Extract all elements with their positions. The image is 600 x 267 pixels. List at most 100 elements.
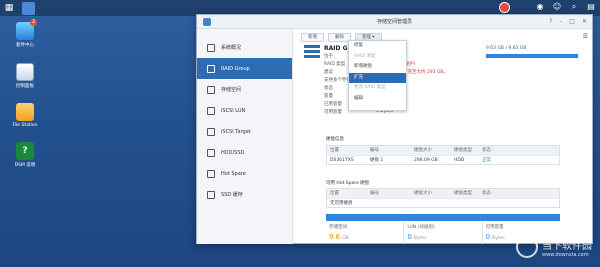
table-cell: 正常 xyxy=(482,158,491,163)
column-header: 硬盘大小 xyxy=(414,191,432,196)
stat-number: 9.6 xyxy=(329,233,341,241)
column-header: 硬盘类型 xyxy=(454,148,472,153)
disk-info-section-title: 硬盘信息 xyxy=(326,137,344,142)
sidebar-item-volume[interactable]: 存储空间 xyxy=(197,79,292,100)
window-title: 存储空间管理员 xyxy=(376,19,412,25)
raid-group-icon xyxy=(207,64,215,73)
package-center-icon: 2 xyxy=(16,19,37,40)
desktop-icon-label: File Station xyxy=(12,123,38,128)
help-icon[interactable]: ? xyxy=(549,15,552,29)
desktop-icon-label: 套件中心 xyxy=(16,43,34,48)
stat-label: LUN (块级别) xyxy=(407,225,435,230)
column-header: 状态 xyxy=(482,191,491,196)
stat-label: 存储空间 xyxy=(329,225,347,230)
hot-spare-icon xyxy=(207,169,215,178)
main-menu-icon[interactable]: ▦ xyxy=(3,2,15,14)
column-header: 位置 xyxy=(330,148,339,153)
table-header: 位置 编号 硬盘大小 硬盘类型 状态 xyxy=(327,146,559,155)
usage-bar xyxy=(326,214,560,221)
minimize-icon[interactable]: – xyxy=(559,15,562,29)
hot-spare-table: 位置 编号 硬盘大小 硬盘类型 状态 无可用硬盘 xyxy=(326,188,560,208)
watermark: 当下软件园 www.downxia.com xyxy=(516,236,592,258)
badge: 2 xyxy=(30,19,37,26)
control-panel-icon xyxy=(16,63,34,81)
desktop-icon-file-station[interactable]: File Station xyxy=(6,103,44,128)
menu-item-change-raid-type[interactable]: 更改 RAID 类型 xyxy=(349,83,406,94)
desktop-icon-control-panel[interactable]: 控制面板 xyxy=(6,63,44,89)
watermark-text: 当下软件园 www.downxia.com xyxy=(542,237,592,258)
lun-icon xyxy=(207,106,215,115)
sidebar-item-label: HDD/SSD xyxy=(221,149,245,156)
sidebar-item-hdd-ssd[interactable]: HDD/SSD xyxy=(197,142,292,163)
table-cell: 硬盘 1 xyxy=(370,158,384,163)
table-row[interactable]: DS3617XS 硬盘 1 298.09 GB HDD 正常 xyxy=(327,155,559,164)
sidebar-item-label: 存储空间 xyxy=(221,87,242,93)
create-button[interactable]: 新增 xyxy=(301,32,324,42)
file-station-icon xyxy=(16,103,34,121)
watermark-url: www.downxia.com xyxy=(542,251,589,258)
column-header: 编号 xyxy=(370,148,379,153)
close-icon[interactable]: ✕ xyxy=(582,15,587,29)
target-icon xyxy=(207,127,215,136)
sidebar-item-label: iSCSI Target xyxy=(221,128,251,135)
window-titlebar[interactable]: 存储空间管理员 ? – □ ✕ xyxy=(197,15,592,29)
sidebar-item-label: Hot Spare xyxy=(221,170,246,177)
sidebar-item-iscsi-target[interactable]: iSCSI Target xyxy=(197,121,292,142)
sidebar-item-label: iSCSI LUN xyxy=(221,107,246,114)
table-row: 无可用硬盘 xyxy=(327,198,559,207)
sidebar: 系统概况 RAID Group 存储空间 iSCSI LUN iSCSI Tar… xyxy=(197,29,293,244)
stat-value: 9.6 GB xyxy=(329,233,400,241)
hot-spare-section-title: 可用 Hot Spare 硬盘 xyxy=(326,181,370,186)
menu-item-scrub[interactable]: RAID 清理 xyxy=(349,52,406,63)
search-icon[interactable]: ⌕ xyxy=(569,2,579,12)
empty-message: 无可用硬盘 xyxy=(330,201,353,206)
sidebar-item-overview[interactable]: 系统概况 xyxy=(197,37,292,58)
stat-number: 0 xyxy=(485,233,491,241)
sidebar-item-hot-spare[interactable]: Hot Spare xyxy=(197,163,292,184)
raid-group-image-icon xyxy=(304,45,322,63)
sidebar-item-raid-group[interactable]: RAID Group xyxy=(197,58,292,79)
sidebar-item-label: RAID Group xyxy=(221,65,250,72)
stat-lun: LUN (块级别) 0 Bytes xyxy=(404,222,483,244)
maximize-icon[interactable]: □ xyxy=(569,15,575,29)
menu-item-edit[interactable]: 编辑 xyxy=(349,94,406,105)
capacity-bar xyxy=(486,54,578,58)
sidebar-item-ssd-cache[interactable]: SSD 缓存 xyxy=(197,184,292,205)
disk-icon xyxy=(207,148,215,157)
raid-group-title: RAID G xyxy=(324,45,348,52)
ssd-cache-icon xyxy=(207,190,215,199)
user-icon[interactable]: ☺ xyxy=(552,2,562,12)
manage-dropdown-menu: 修复 RAID 清理 新增硬盘 扩充 更改 RAID 类型 编辑 xyxy=(348,40,407,111)
sidebar-item-iscsi-lun[interactable]: iSCSI LUN xyxy=(197,100,292,121)
stat-label: 可用容量 xyxy=(485,225,504,230)
sidebar-item-label: SSD 缓存 xyxy=(221,192,243,198)
storage-manager-taskbar-icon[interactable] xyxy=(22,2,35,15)
menu-item-add-disk[interactable]: 新增硬盘 xyxy=(349,62,406,73)
desktop-icon-package-center[interactable]: 2 套件中心 xyxy=(6,19,44,48)
watermark-title: 当下软件园 xyxy=(542,240,592,252)
table-cell: HDD xyxy=(454,158,465,163)
capacity-text: 9.63 GB / 9.63 GB xyxy=(486,46,527,51)
menu-item-expand[interactable]: 扩充 xyxy=(349,72,406,83)
stat-number: 0 xyxy=(407,233,412,241)
app-logo-icon xyxy=(203,18,211,26)
column-header: 位置 xyxy=(330,191,339,196)
notification-badge-icon[interactable] xyxy=(499,2,510,13)
watermark-logo-icon xyxy=(516,236,538,258)
stat-volume: 存储空间 9.6 GB xyxy=(326,222,405,244)
table-header: 位置 编号 硬盘大小 硬盘类型 状态 xyxy=(327,189,559,198)
column-header: 编号 xyxy=(370,191,379,196)
column-header: 硬盘类型 xyxy=(454,191,472,196)
menu-item-repair[interactable]: 修复 xyxy=(349,41,406,52)
desktop-icon-label: DSM 说明 xyxy=(14,163,36,168)
overview-icon xyxy=(207,43,215,52)
toolbar: 新增 删除 管理 ▾ xyxy=(297,29,592,45)
widgets-icon[interactable]: ▤ xyxy=(586,2,596,12)
list-view-icon[interactable]: ☰ xyxy=(583,33,588,40)
chat-icon[interactable]: ◉ xyxy=(535,2,545,12)
desktop-icon-dsm-help[interactable]: ? DSM 说明 xyxy=(6,142,44,168)
stat-unit: Bytes xyxy=(492,236,505,241)
stat-unit: GB xyxy=(342,236,349,241)
column-header: 硬盘大小 xyxy=(414,148,432,153)
stat-unit: Bytes xyxy=(413,236,427,241)
